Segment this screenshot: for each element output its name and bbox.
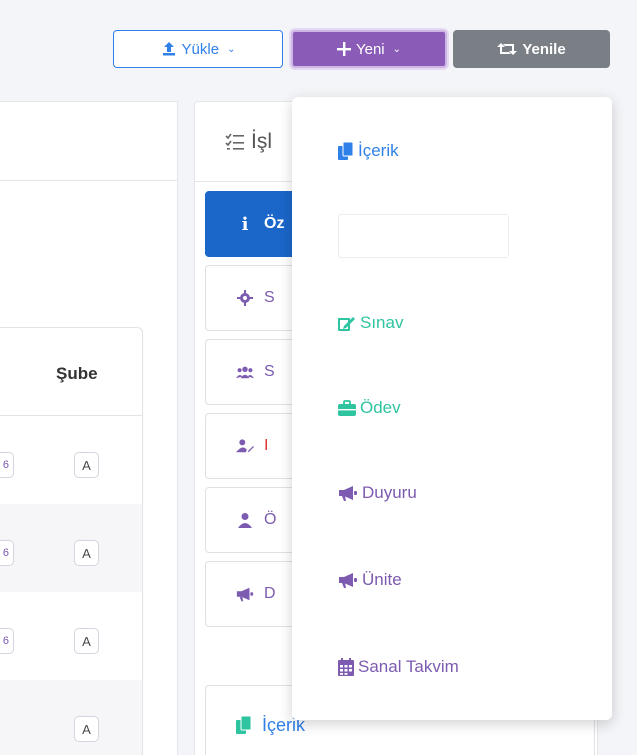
side-item-label: Ö [264,511,277,528]
user-icon [236,512,254,528]
user-edit-icon [236,438,254,454]
side-item-label: D [264,585,276,602]
megaphone-icon [338,572,358,588]
left-panel-header [0,102,177,181]
chevron-down-icon: ⌄ [227,43,236,55]
chevron-down-icon: ⌄ [392,43,402,55]
plus-icon [336,42,351,56]
side-item-label: S [264,363,275,380]
menu-item-label: İçerik [358,141,399,160]
edit-icon [338,315,356,331]
upload-label: Yükle [181,40,220,58]
menu-item-label: Duyuru [362,483,417,502]
menu-item-duyuru[interactable]: Duyuru [338,483,417,503]
menu-item-label: Sanal Takvim [358,657,459,676]
calendar-icon [338,658,354,676]
side-item-students[interactable]: S [205,339,305,405]
new-label: Yeni [355,40,385,58]
new-button[interactable]: Yeni ⌄ [291,30,447,68]
copy-icon [338,142,354,160]
menu-item-label: Sınav [360,313,404,332]
refresh-label: Yenile [522,40,566,58]
sube-badge: A [74,716,99,742]
side-item-overview[interactable]: i Öz [205,191,305,257]
side-item-teachers[interactable]: I [205,413,305,479]
grade-badge: 6 [0,452,14,478]
retweet-icon [497,42,518,56]
menu-item-icerik[interactable]: İçerik [338,141,399,161]
upload-button[interactable]: Yükle ⌄ [113,30,283,68]
menu-item-sanal-takvim[interactable]: Sanal Takvim [338,657,459,677]
copy-icon [236,716,252,734]
menu-item-odev[interactable]: Ödev [338,398,401,418]
table-row[interactable]: 6 A [0,416,142,504]
upload-icon [161,41,177,57]
users-icon [236,364,254,380]
info-icon: i [241,213,249,235]
sube-badge: A [74,540,99,566]
side-item-announcements[interactable]: D [205,561,305,627]
table-row[interactable]: A [0,680,142,755]
table-row[interactable]: 6 A [0,592,142,680]
table-header: Şube [0,328,142,416]
briefcase-icon [338,400,356,416]
table-row[interactable]: 6 A [0,504,142,592]
side-item-label: Öz [264,215,285,232]
side-item-student[interactable]: Ö [205,487,305,553]
megaphone-icon [236,586,254,602]
sube-badge: A [74,452,99,478]
sube-badge: A [74,628,99,654]
column-header-sube: Şube [56,364,98,383]
list-check-icon [225,133,245,151]
grade-badge: 6 [0,628,14,654]
side-item-label: S [264,289,275,306]
class-table: Şube 6 A 6 A 6 A A [0,327,143,755]
grade-badge: 6 [0,540,14,566]
menu-item-sinav[interactable]: Sınav [338,313,403,333]
menu-item-label: Ünite [362,570,402,589]
side-item-settings[interactable]: S [205,265,305,331]
menu-item-unite[interactable]: Ünite [338,570,402,590]
gear-icon [236,290,254,306]
new-dropdown-menu: İçerik Sınav Ödev Duyuru Ünite Sanal Tak… [292,97,612,720]
operations-panel-title: İşl [251,129,272,153]
megaphone-icon [338,485,358,501]
menu-item-label: Ödev [360,398,401,417]
side-item-label: I [264,437,269,454]
empty-menu-item[interactable] [338,214,509,258]
refresh-button[interactable]: Yenile [453,30,610,68]
